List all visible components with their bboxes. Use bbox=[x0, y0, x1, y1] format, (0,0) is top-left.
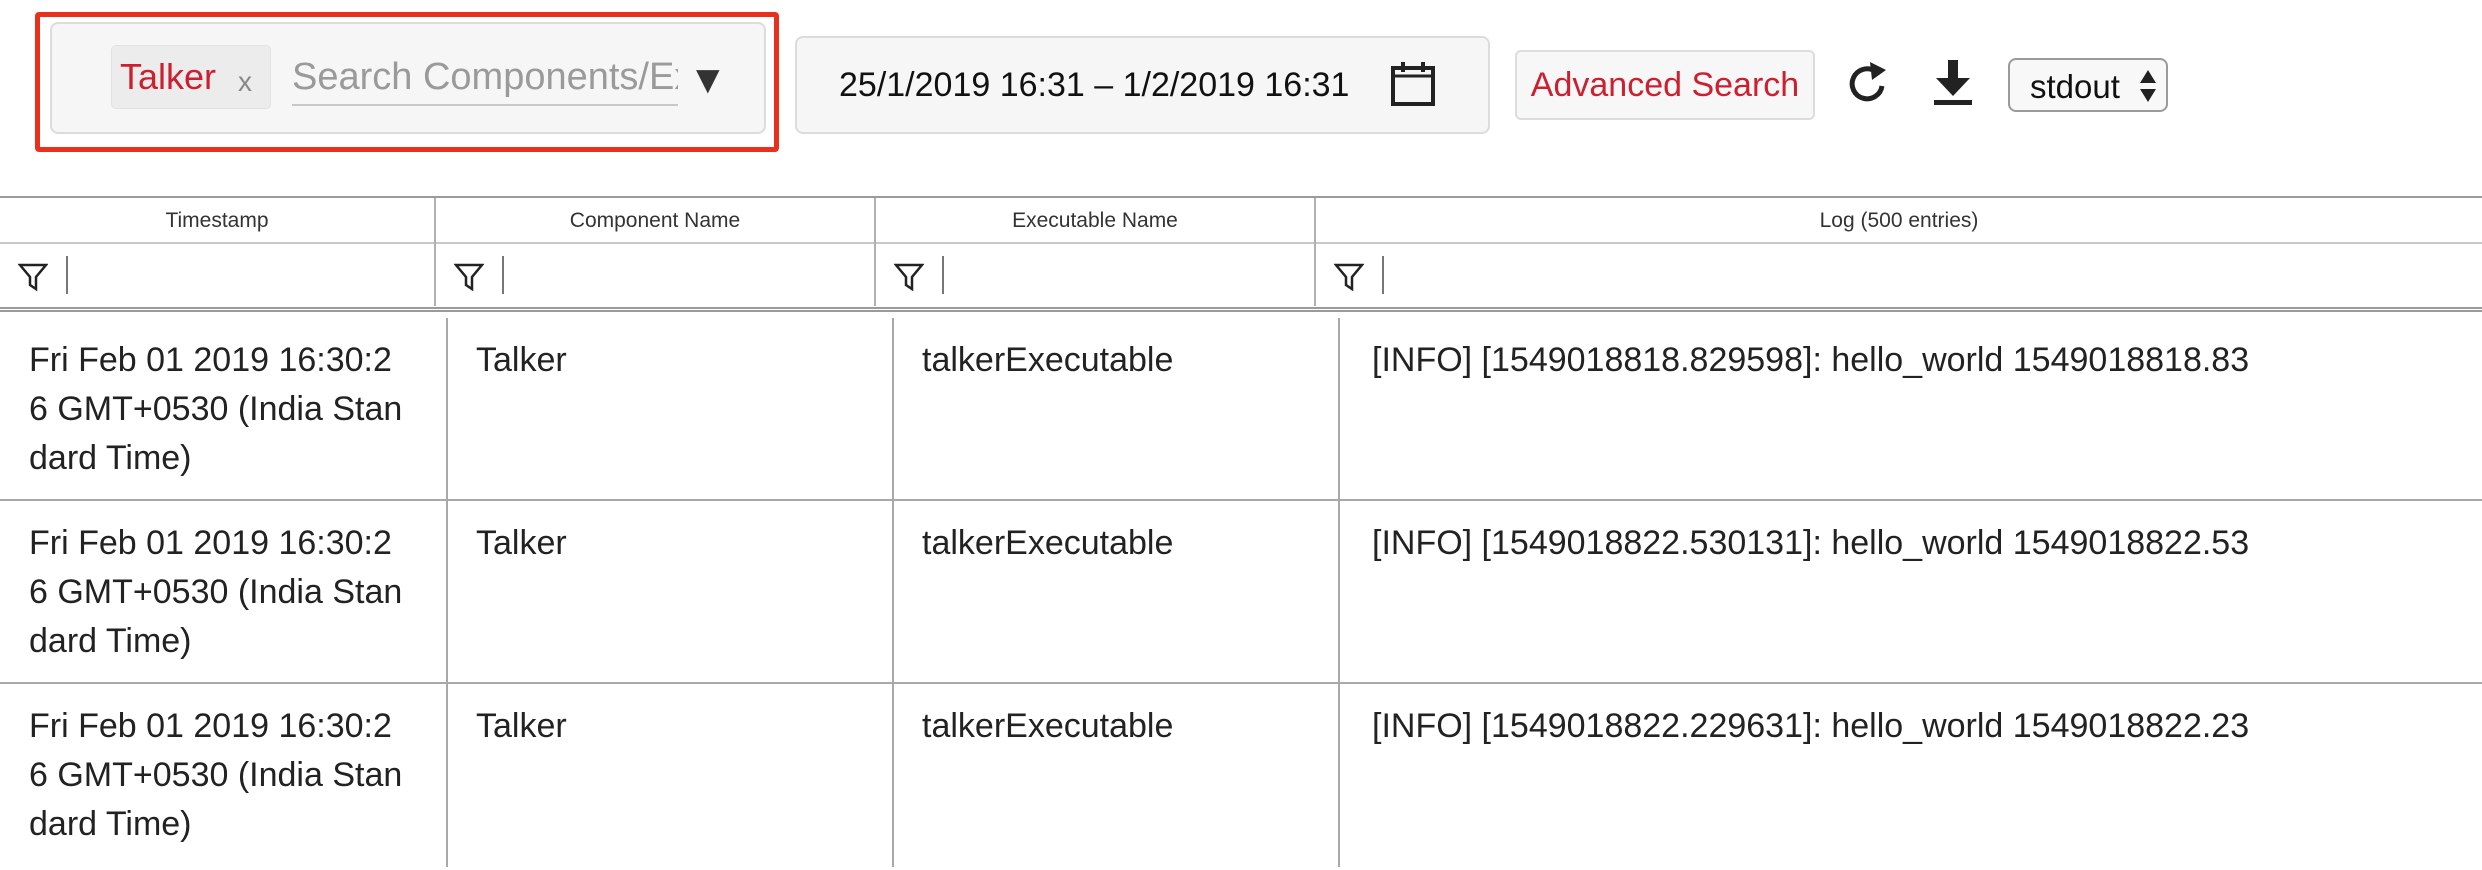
filter-icon[interactable] bbox=[18, 262, 48, 292]
advanced-search-button[interactable]: Advanced Search bbox=[1515, 50, 1815, 120]
table-row[interactable]: Fri Feb 01 2019 16:30:26 GMT+0530 (India… bbox=[0, 318, 2482, 501]
cell-timestamp: Fri Feb 01 2019 16:30:26 GMT+0530 (India… bbox=[0, 318, 448, 501]
table-header: Timestamp Component Name Executable Name… bbox=[0, 196, 2482, 244]
filter-icon[interactable] bbox=[894, 262, 924, 292]
column-header-log[interactable]: Log (500 entries) bbox=[1316, 198, 2482, 244]
cell-log: [INFO] [1549018818.829598]: hello_world … bbox=[1372, 341, 2250, 379]
filter-chip-talker[interactable]: Talker x bbox=[111, 45, 271, 109]
stream-select-value: stdout bbox=[2030, 68, 2120, 105]
filter-input-timestamp[interactable] bbox=[66, 256, 416, 294]
filter-input-log[interactable] bbox=[1382, 256, 2442, 294]
cell-log: [INFO] [1549018822.530131]: hello_world … bbox=[1372, 524, 2250, 562]
stream-select[interactable]: stdout bbox=[2008, 58, 2168, 112]
cell-log: [INFO] [1549018822.229631]: hello_world … bbox=[1372, 707, 2250, 745]
cell-timestamp: Fri Feb 01 2019 16:30:26 GMT+0530 (India… bbox=[0, 684, 448, 867]
chip-label: Talker bbox=[120, 56, 217, 97]
calendar-icon[interactable] bbox=[1389, 60, 1437, 108]
column-filter-row bbox=[0, 244, 2482, 312]
cell-component: Talker bbox=[448, 684, 894, 867]
search-input[interactable] bbox=[292, 50, 678, 106]
download-icon[interactable] bbox=[1932, 58, 1974, 108]
toolbar: Talker x ▼ 25/1/2019 16:31 – 1/2/2019 16… bbox=[0, 0, 2482, 196]
filter-icon[interactable] bbox=[1334, 262, 1364, 292]
cell-component: Talker bbox=[448, 501, 894, 684]
date-range-text: 25/1/2019 16:31 – 1/2/2019 16:31 bbox=[839, 66, 1350, 104]
table-row[interactable]: Fri Feb 01 2019 16:30:26 GMT+0530 (India… bbox=[0, 501, 2482, 684]
filter-icon[interactable] bbox=[454, 262, 484, 292]
table-row[interactable]: Fri Feb 01 2019 16:30:26 GMT+0530 (India… bbox=[0, 684, 2482, 867]
filter-input-component[interactable] bbox=[502, 256, 852, 294]
column-header-executable[interactable]: Executable Name bbox=[876, 198, 1316, 244]
filter-cell-timestamp bbox=[0, 244, 436, 306]
cell-component: Talker bbox=[448, 318, 894, 501]
cell-executable: talkerExecutable bbox=[894, 501, 1340, 684]
chip-remove-button[interactable]: x bbox=[238, 66, 252, 98]
dropdown-caret-icon[interactable]: ▼ bbox=[688, 50, 728, 110]
filter-input-executable[interactable] bbox=[942, 256, 1292, 294]
filter-cell-log bbox=[1316, 244, 2482, 306]
cell-timestamp: Fri Feb 01 2019 16:30:26 GMT+0530 (India… bbox=[0, 501, 448, 684]
column-header-component[interactable]: Component Name bbox=[436, 198, 876, 244]
refresh-icon[interactable] bbox=[1846, 60, 1890, 108]
log-table-body: Fri Feb 01 2019 16:30:26 GMT+0530 (India… bbox=[0, 318, 2482, 870]
select-arrows-icon bbox=[2140, 70, 2156, 102]
cell-executable: talkerExecutable bbox=[894, 318, 1340, 501]
filter-cell-executable bbox=[876, 244, 1316, 306]
column-header-timestamp[interactable]: Timestamp bbox=[0, 198, 436, 244]
filter-cell-component bbox=[436, 244, 876, 306]
date-range-picker[interactable]: 25/1/2019 16:31 – 1/2/2019 16:31 bbox=[795, 36, 1490, 134]
cell-executable: talkerExecutable bbox=[894, 684, 1340, 867]
